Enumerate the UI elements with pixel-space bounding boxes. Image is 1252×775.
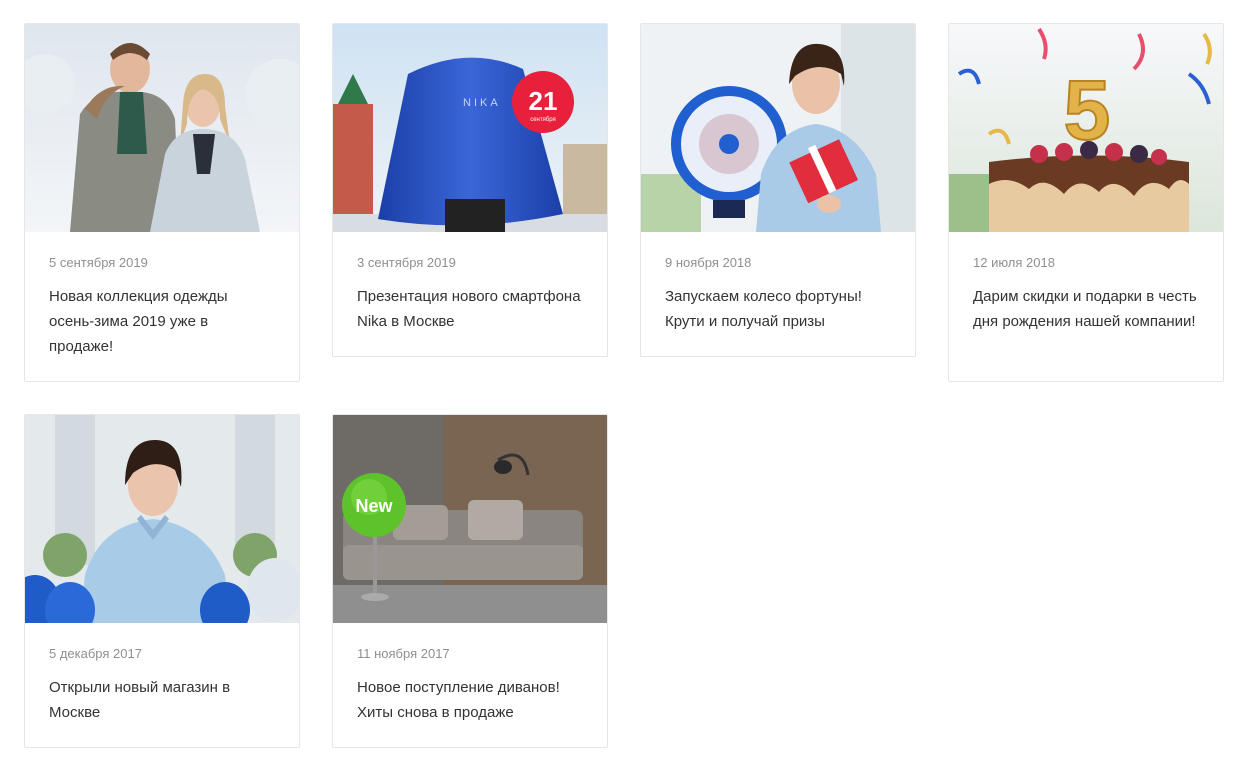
badge-number: 21 [529,86,558,116]
news-date: 11 ноября 2017 [357,646,450,661]
news-image-sofa[interactable]: New [333,415,607,623]
news-title[interactable]: Новая коллекция одежды осень-зима 2019 у… [49,284,275,359]
news-image-phone-presentation[interactable]: NIKA 21 сентября [333,24,607,232]
news-card[interactable]: 9 ноября 2018 Запускаем колесо фортуны! … [640,23,916,357]
news-card[interactable]: New 11 ноября 2017 Новое поступление див… [332,414,608,748]
news-image-store-opening[interactable] [25,415,299,623]
new-badge-text: New [355,496,393,516]
news-date: 9 ноября 2018 [665,255,752,270]
news-title[interactable]: Запускаем колесо фортуны! Крути и получа… [665,284,891,334]
news-title[interactable]: Дарим скидки и подарки в честь дня рожде… [973,284,1199,334]
news-title[interactable]: Презентация нового смартфона Nika в Моск… [357,284,583,334]
news-card[interactable]: 5 сентября 2019 Новая коллекция одежды о… [24,23,300,382]
news-card[interactable]: 5 декабря 2017 Открыли новый магазин в М… [24,414,300,748]
news-image-winter-couple[interactable] [25,24,299,232]
news-image-birthday-cake[interactable]: 5 [949,24,1223,232]
news-grid: 5 сентября 2019 Новая коллекция одежды о… [24,23,1224,748]
news-date: 3 сентября 2019 [357,255,456,270]
news-card[interactable]: NIKA 21 сентября 3 сентября 2019 Презент… [332,23,608,357]
news-title[interactable]: Открыли новый магазин в Москве [49,675,275,725]
news-image-wheel-of-fortune[interactable] [641,24,915,232]
news-date: 5 сентября 2019 [49,255,148,270]
cover-brand-text: NIKA [463,97,501,109]
news-card[interactable]: 5 12 июля 2018 Дарим скидки и подарки в … [948,23,1224,382]
news-title[interactable]: Новое поступление диванов! Хиты снова в … [357,675,583,725]
news-date: 5 декабря 2017 [49,646,142,661]
badge-month: сентября [530,117,556,123]
news-date: 12 июля 2018 [973,255,1055,270]
